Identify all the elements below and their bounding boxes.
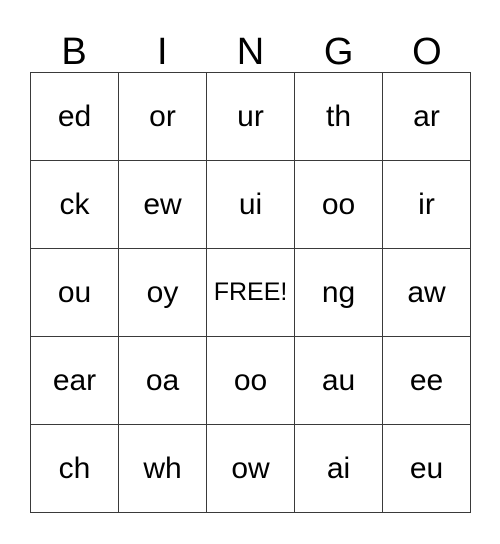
bingo-free-space-label: FREE! — [213, 278, 288, 306]
bingo-cell-label: wh — [143, 451, 182, 485]
bingo-cell-label: oy — [146, 275, 179, 309]
bingo-cell[interactable]: ai — [295, 425, 383, 513]
bingo-cell-label: ai — [326, 451, 351, 485]
bingo-row: ed or ur th ar — [31, 73, 471, 161]
bingo-cell-label: ar — [413, 99, 440, 133]
bingo-cell[interactable]: ir — [383, 161, 471, 249]
bingo-cell-label: ee — [409, 363, 444, 397]
bingo-header-letter-o: O — [412, 31, 442, 73]
bingo-cell[interactable]: ck — [31, 161, 119, 249]
bingo-cell-label: ch — [58, 451, 91, 485]
bingo-cell-label: ng — [321, 275, 356, 309]
bingo-cell-label: oa — [145, 363, 180, 397]
bingo-cell-label: th — [325, 99, 352, 133]
bingo-cell[interactable]: ee — [383, 337, 471, 425]
bingo-cell[interactable]: au — [295, 337, 383, 425]
bingo-row: ck ew ui oo ir — [31, 161, 471, 249]
bingo-cell[interactable]: ou — [31, 249, 119, 337]
bingo-grid: ed or ur th ar ck ew ui oo ir ou oy FREE… — [30, 72, 471, 513]
bingo-cell[interactable]: or — [119, 73, 207, 161]
bingo-cell-label: ui — [238, 187, 263, 221]
bingo-cell[interactable]: ed — [31, 73, 119, 161]
bingo-cell[interactable]: ew — [119, 161, 207, 249]
bingo-cell[interactable]: ch — [31, 425, 119, 513]
bingo-header-row: B I N G O — [30, 22, 471, 72]
bingo-cell-label: ou — [57, 275, 92, 309]
bingo-cell[interactable]: ar — [383, 73, 471, 161]
bingo-cell[interactable]: ur — [207, 73, 295, 161]
bingo-cell-label: ir — [418, 187, 435, 221]
bingo-row: ou oy FREE! ng aw — [31, 249, 471, 337]
bingo-row: ch wh ow ai eu — [31, 425, 471, 513]
bingo-row: ear oa oo au ee — [31, 337, 471, 425]
bingo-cell-label: ew — [143, 187, 182, 221]
bingo-cell[interactable]: th — [295, 73, 383, 161]
bingo-cell-label: oo — [233, 363, 268, 397]
bingo-cell[interactable]: ow — [207, 425, 295, 513]
bingo-cell-label: ur — [237, 99, 264, 133]
bingo-cell[interactable]: oa — [119, 337, 207, 425]
bingo-cell[interactable]: oo — [207, 337, 295, 425]
bingo-cell-label: ow — [231, 451, 270, 485]
bingo-cell-label: or — [149, 99, 176, 133]
bingo-cell-label: au — [321, 363, 356, 397]
bingo-cell[interactable]: ng — [295, 249, 383, 337]
bingo-cell[interactable]: ear — [31, 337, 119, 425]
bingo-cell[interactable]: aw — [383, 249, 471, 337]
bingo-cell-label: aw — [407, 275, 446, 309]
bingo-cell-label: ear — [52, 363, 97, 397]
bingo-cell-free-space[interactable]: FREE! — [207, 249, 295, 337]
bingo-cell-label: oo — [321, 187, 356, 221]
bingo-cell[interactable]: oo — [295, 161, 383, 249]
bingo-cell[interactable]: ui — [207, 161, 295, 249]
bingo-cell[interactable]: oy — [119, 249, 207, 337]
bingo-header-letter-g: G — [323, 31, 354, 73]
bingo-card: B I N G O ed or ur th ar ck ew ui oo ir … — [30, 22, 471, 513]
bingo-header-letter-n: N — [236, 31, 265, 73]
bingo-header-letter-b: B — [61, 31, 87, 73]
bingo-cell[interactable]: wh — [119, 425, 207, 513]
bingo-cell-label: eu — [409, 451, 444, 485]
bingo-header-letter-i: I — [157, 31, 168, 73]
bingo-cell-label: ck — [59, 187, 90, 221]
bingo-cell-label: ed — [57, 99, 92, 133]
bingo-cell[interactable]: eu — [383, 425, 471, 513]
